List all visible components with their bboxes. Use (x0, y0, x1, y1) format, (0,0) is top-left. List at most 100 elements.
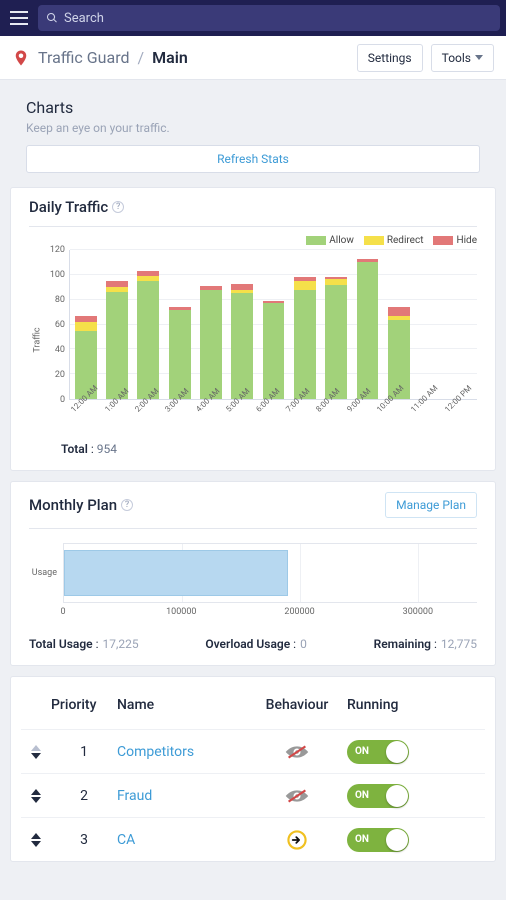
priority-value: 2 (51, 788, 117, 804)
x-tick: 300000 (403, 607, 433, 617)
reorder-handle[interactable] (21, 789, 51, 803)
bar-redirect (75, 322, 97, 331)
legend-item: Hide (433, 235, 477, 246)
help-icon[interactable]: ? (112, 201, 124, 213)
legend-swatch (306, 236, 326, 245)
sort-down-icon (31, 797, 41, 803)
bar-allow (106, 292, 128, 399)
monthly-chart: Usage 0100000200000300000 (29, 543, 477, 621)
table-row: 2 Fraud ON (21, 773, 485, 817)
usage-label: Usage (29, 543, 61, 603)
manage-plan-button[interactable]: Manage Plan (385, 492, 477, 518)
bar-allow (137, 281, 159, 399)
y-tick: 80 (55, 295, 65, 305)
tools-dropdown[interactable]: Tools (431, 44, 494, 72)
priority-value: 3 (51, 832, 117, 848)
toggle-knob (386, 829, 408, 851)
menu-icon[interactable] (6, 5, 32, 31)
daily-traffic-card: Daily Traffic? AllowRedirectHide Traffic… (10, 187, 496, 471)
col-running[interactable]: Running (347, 697, 485, 713)
rules-table: Priority Name Behaviour Running 1 Compet… (10, 676, 496, 862)
legend-item: Allow (306, 235, 354, 246)
bar-hide (388, 307, 410, 316)
sort-down-icon (31, 841, 41, 847)
reorder-handle[interactable] (21, 833, 51, 847)
bar-column (70, 250, 101, 399)
chevron-down-icon (475, 55, 483, 60)
settings-button[interactable]: Settings (357, 44, 423, 72)
bar-redirect (294, 281, 316, 290)
running-toggle[interactable]: ON (347, 784, 409, 808)
running-toggle[interactable]: ON (347, 828, 409, 852)
bar-column (133, 250, 164, 399)
priority-value: 1 (51, 744, 117, 760)
bar-allow (231, 293, 253, 399)
bar-column (258, 250, 289, 399)
rule-name-link[interactable]: CA (117, 832, 247, 848)
y-axis-label: Traffic (33, 327, 43, 352)
table-row: 1 Competitors ON (21, 729, 485, 773)
x-tick: 100000 (166, 607, 196, 617)
search-field[interactable] (38, 5, 500, 31)
rule-name-link[interactable]: Fraud (117, 788, 247, 804)
table-header-row: Priority Name Behaviour Running (21, 691, 485, 729)
tools-label: Tools (442, 51, 471, 65)
daily-chart: Traffic 020406080100120 (29, 250, 477, 430)
bar-allow (169, 310, 191, 399)
settings-label: Settings (368, 51, 412, 65)
bar-column (101, 250, 132, 399)
y-tick: 40 (55, 345, 65, 355)
sort-up-icon (31, 745, 41, 751)
toggle-knob (386, 785, 408, 807)
table-row: 3 CA ON (21, 817, 485, 861)
col-name[interactable]: Name (117, 697, 247, 713)
bar-allow (325, 285, 347, 399)
x-tick: 0 (60, 607, 65, 617)
app-logo-icon (12, 49, 30, 67)
breadcrumb-separator: / (138, 48, 145, 67)
monthly-stats: Total Usage :17,225 Overload Usage :0 Re… (29, 625, 477, 651)
rule-name-link[interactable]: Competitors (117, 744, 247, 760)
page-body: Charts Keep an eye on your traffic. Refr… (0, 80, 506, 870)
bar-column (383, 250, 414, 399)
running-toggle[interactable]: ON (347, 740, 409, 764)
bar-column (414, 250, 445, 399)
toggle-knob (386, 741, 408, 763)
bar-column (352, 250, 383, 399)
y-tick: 120 (50, 245, 65, 255)
bar-column (446, 250, 477, 399)
breadcrumb-app[interactable]: Traffic Guard (38, 48, 130, 67)
behaviour-icon (247, 830, 347, 850)
monthly-title: Monthly Plan (29, 496, 117, 514)
bar-column (289, 250, 320, 399)
chart-legend: AllowRedirectHide (29, 227, 477, 248)
breadcrumb-bar: Traffic Guard / Main Settings Tools (0, 36, 506, 80)
breadcrumb-current: Main (152, 48, 188, 67)
search-input[interactable] (64, 11, 492, 26)
page-title: Charts (10, 88, 496, 121)
col-behaviour[interactable]: Behaviour (247, 697, 347, 713)
bar-allow (357, 262, 379, 399)
col-priority[interactable]: Priority (51, 697, 117, 713)
sort-up-icon (31, 789, 41, 795)
refresh-stats-button[interactable]: Refresh Stats (26, 145, 480, 173)
bar-allow (200, 290, 222, 399)
page-subtitle: Keep an eye on your traffic. (10, 121, 496, 145)
y-tick: 100 (50, 270, 65, 280)
daily-total: Total : 954 (29, 430, 477, 456)
reorder-handle[interactable] (21, 745, 51, 759)
top-bar (0, 0, 506, 36)
legend-swatch (364, 236, 384, 245)
search-icon (46, 9, 58, 28)
usage-bar (64, 550, 288, 596)
behaviour-icon (247, 742, 347, 762)
bar-allow (263, 303, 285, 399)
y-tick: 60 (55, 320, 65, 330)
sort-down-icon (31, 753, 41, 759)
bar-allow (294, 290, 316, 399)
bar-column (195, 250, 226, 399)
sort-up-icon (31, 833, 41, 839)
bar-column (321, 250, 352, 399)
y-tick: 20 (55, 370, 65, 380)
help-icon[interactable]: ? (121, 499, 133, 511)
